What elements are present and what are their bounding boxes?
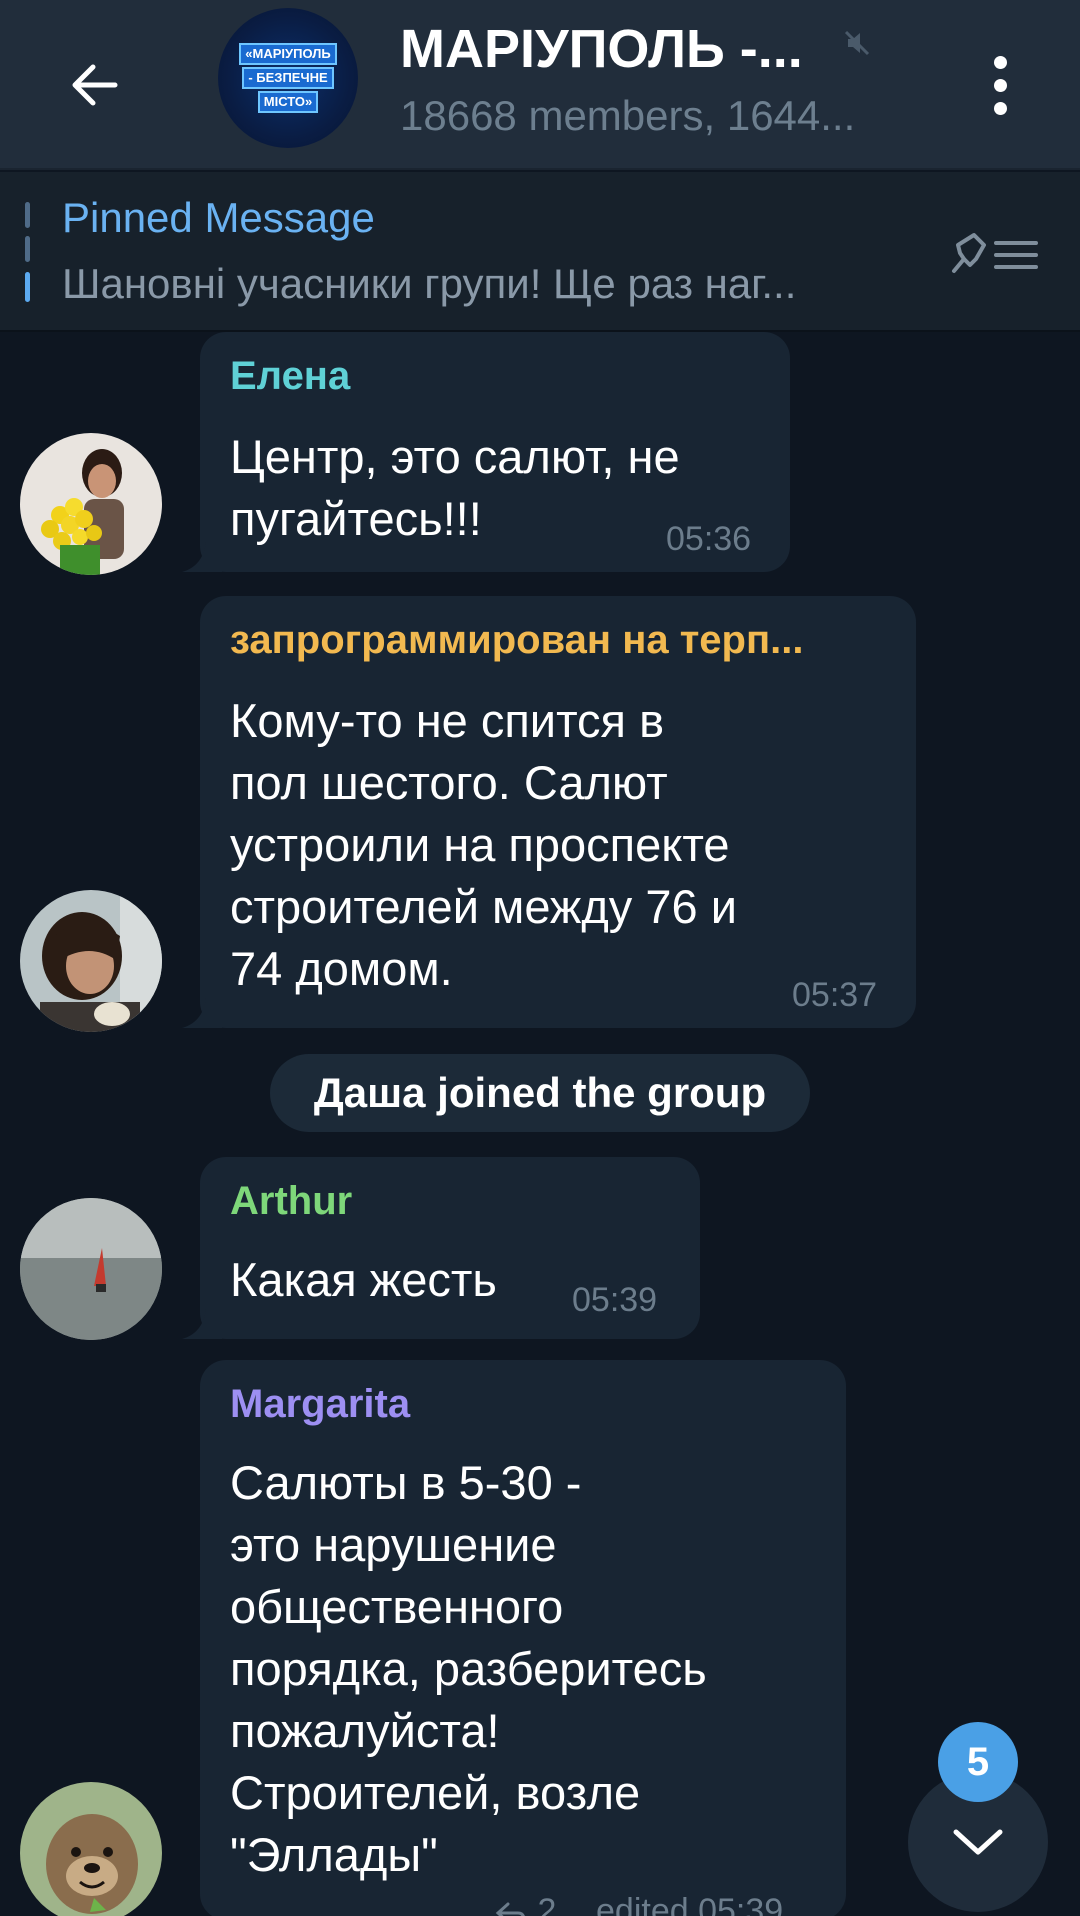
- arrow-left-icon: [72, 64, 118, 106]
- chevron-down-icon: [953, 1829, 1003, 1855]
- avatar-text-line: МІСТО»: [257, 91, 319, 113]
- reply-icon: [495, 1902, 525, 1916]
- pinned-indicator-active: [25, 272, 30, 302]
- chat-title[interactable]: МАРІУПОЛЬ -...: [400, 18, 803, 80]
- message-time: 05:36: [666, 520, 752, 558]
- pinned-indicator: [25, 236, 30, 262]
- more-vert-icon: [993, 55, 1007, 69]
- message-sender[interactable]: запрограммирован на терп...: [230, 618, 803, 663]
- avatar[interactable]: [20, 433, 162, 575]
- pinned-indicator: [25, 202, 30, 228]
- bubble-tail: [182, 1309, 222, 1339]
- chat-header: «МАРІУПОЛЬ - БЕЗПЕЧНЕ МІСТО» МАРІУПОЛЬ -…: [0, 0, 1080, 170]
- message-time: edited 05:39: [596, 1892, 784, 1916]
- message-text: Центр, это салют, не пугайтесь!!!: [230, 430, 680, 545]
- message-bubble[interactable]: Arthur Какая жесть 05:39: [182, 1157, 700, 1339]
- group-avatar[interactable]: «МАРІУПОЛЬ - БЕЗПЕЧНЕ МІСТО»: [218, 8, 358, 148]
- avatar-text-line: - БЕЗПЕЧНЕ: [242, 67, 334, 89]
- more-vert-dot: [993, 78, 1007, 92]
- unread-count-badge[interactable]: 5: [938, 1722, 1018, 1802]
- bubble-tail: [182, 542, 222, 572]
- reply-count: 2: [537, 1892, 557, 1916]
- message-time: 05:37: [792, 976, 878, 1014]
- message-bubble[interactable]: запрограммирован на терп... Кому-то не с…: [182, 596, 916, 1028]
- message-text: Какая жесть: [230, 1253, 497, 1306]
- avatar[interactable]: [20, 890, 162, 1032]
- pinned-text: Шановні учасники групи! Ще раз наг...: [62, 260, 797, 307]
- back-button[interactable]: [50, 40, 140, 130]
- message-bubble[interactable]: Елена Центр, это салют, не пугайтесь!!! …: [182, 332, 790, 572]
- message-sender[interactable]: Елена: [230, 354, 350, 399]
- more-menu-button[interactable]: [975, 40, 1025, 130]
- avatar[interactable]: [20, 1782, 162, 1916]
- message-text: Салюты в 5-30 - это нарушение общественн…: [230, 1456, 707, 1881]
- service-message: Даша joined the group: [270, 1054, 810, 1132]
- message-sender[interactable]: Arthur: [230, 1179, 352, 1224]
- mute-icon: [844, 30, 870, 56]
- message-text: Кому-то не спится в пол шестого. Салют у…: [230, 694, 737, 995]
- chat-subtitle: 18668 members, 1644...: [400, 92, 856, 139]
- chat-screen: «МАРІУПОЛЬ - БЕЗПЕЧНЕ МІСТО» МАРІУПОЛЬ -…: [0, 0, 1080, 1916]
- message-time: 05:39: [572, 1281, 658, 1319]
- avatar-text-line: «МАРІУПОЛЬ: [239, 43, 337, 65]
- pinned-title: Pinned Message: [62, 194, 375, 241]
- more-vert-dot: [993, 101, 1007, 115]
- message-sender[interactable]: Margarita: [230, 1382, 410, 1427]
- pin-list-icon[interactable]: [950, 225, 1042, 285]
- pinned-message-bar[interactable]: Pinned Message Шановні учасники групи! Щ…: [0, 172, 1080, 332]
- avatar[interactable]: [20, 1198, 162, 1340]
- replies-indicator[interactable]: 2: [494, 1892, 556, 1916]
- bubble-tail: [182, 998, 222, 1028]
- message-bubble[interactable]: Margarita Салюты в 5-30 - это нарушение …: [200, 1360, 846, 1916]
